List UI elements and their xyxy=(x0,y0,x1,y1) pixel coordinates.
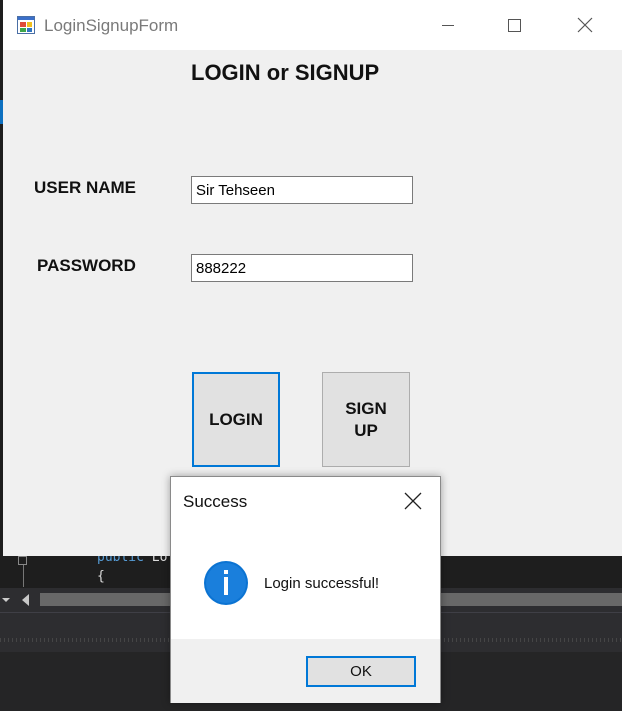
username-label: USER NAME xyxy=(34,178,137,197)
ide-code-brace: { xyxy=(97,569,105,584)
minimize-button[interactable] xyxy=(425,0,471,50)
success-dialog: Success Login successful! OK xyxy=(170,476,441,703)
username-field[interactable] xyxy=(191,176,413,204)
dialog-title: Success xyxy=(183,492,248,511)
app-form-icon xyxy=(17,16,35,34)
password-field[interactable] xyxy=(191,254,413,282)
password-label: PASSWORD xyxy=(37,256,136,275)
minimize-icon xyxy=(442,24,454,26)
signup-button-label: SIGN UP xyxy=(345,398,387,440)
maximize-button[interactable] xyxy=(491,0,537,50)
title-bar[interactable]: LoginSignupForm xyxy=(3,0,622,50)
info-icon xyxy=(204,561,248,605)
dialog-message: Login successful! xyxy=(264,575,380,592)
form-heading: LOGIN or SIGNUP xyxy=(191,60,380,85)
close-icon xyxy=(577,17,593,33)
collapse-icon[interactable] xyxy=(18,556,27,565)
close-button[interactable] xyxy=(562,0,608,50)
window-title: LoginSignupForm xyxy=(44,16,179,35)
dialog-footer: OK xyxy=(171,639,440,703)
ok-button[interactable]: OK xyxy=(306,656,416,687)
maximize-icon xyxy=(507,18,521,32)
login-button[interactable]: LOGIN xyxy=(192,372,280,467)
ide-fold-guide xyxy=(23,565,24,587)
scroll-left-icon[interactable] xyxy=(22,594,29,606)
close-icon[interactable] xyxy=(403,491,423,511)
signup-button[interactable]: SIGN UP xyxy=(322,372,410,467)
dropdown-arrow-icon[interactable] xyxy=(2,598,10,602)
login-signup-window: LoginSignupForm LOGIN or SIGNUP USER NAM… xyxy=(3,0,622,556)
